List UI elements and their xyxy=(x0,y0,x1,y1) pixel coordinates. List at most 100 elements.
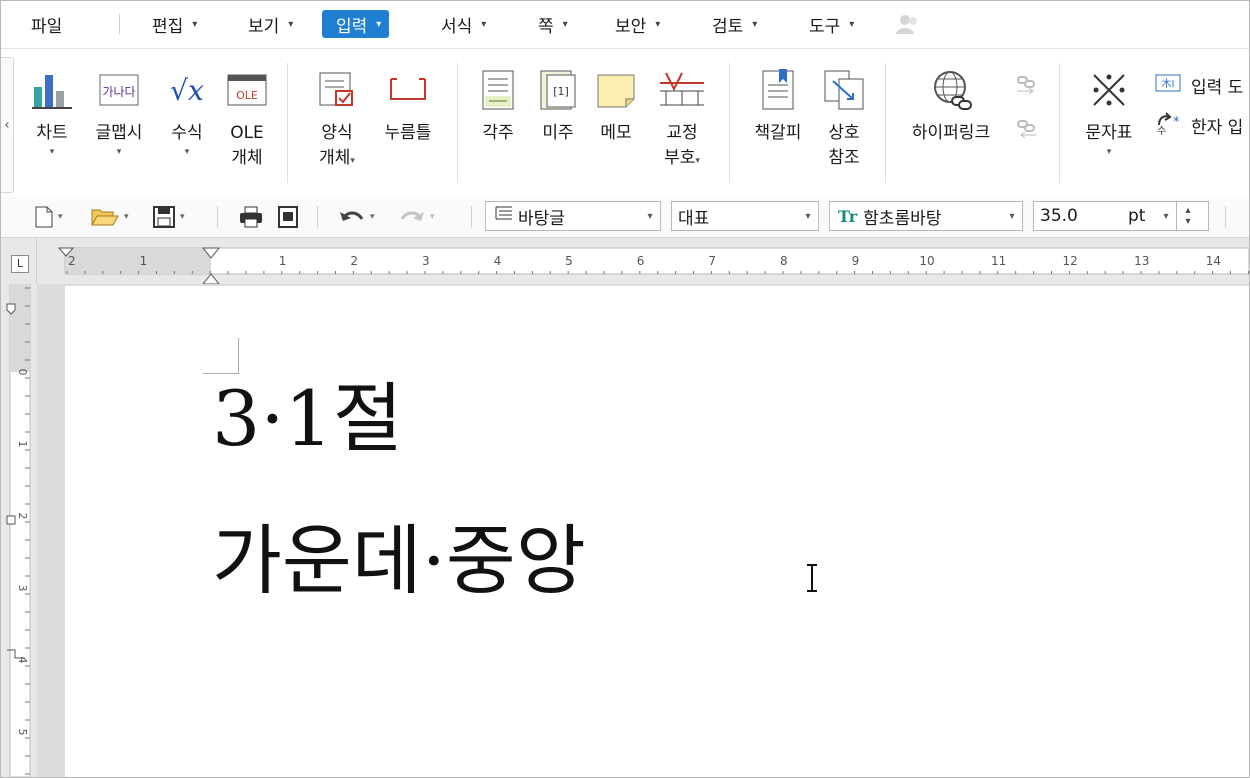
chevron-down-icon: ▾ xyxy=(1009,210,1015,222)
cross-reference-label-1: 상호 xyxy=(828,123,860,143)
new-document-button[interactable]: ▾ xyxy=(35,205,63,229)
chevron-down-icon: ▾ xyxy=(752,18,758,30)
input-tool-icon-text: 木I xyxy=(1162,78,1175,90)
formula-icon: √x xyxy=(170,74,204,107)
footnote-icon xyxy=(482,70,514,110)
menu-review[interactable]: 검토 ▾ xyxy=(712,10,757,38)
chevron-down-icon: ▾ xyxy=(58,212,63,222)
font-size-spinner[interactable]: ▴ ▾ xyxy=(1176,202,1199,230)
undo-button[interactable]: ▾ xyxy=(339,205,375,229)
print-preview-icon xyxy=(278,206,298,228)
horizontal-ruler[interactable]: 2 1 1 2 3 4 5 6 7 8 9 10 11 12 13 14 xyxy=(37,238,1249,285)
footnote-label: 각주 xyxy=(482,123,514,143)
formula-button[interactable]: √x 수식 ▾ xyxy=(163,69,211,158)
font-size-unit: pt xyxy=(1128,206,1146,226)
link-next-icon[interactable] xyxy=(1015,73,1039,99)
text-cursor-icon xyxy=(807,564,817,592)
preview-button[interactable] xyxy=(277,205,299,229)
ribbon-scroll-left-button[interactable]: ‹ xyxy=(1,57,14,193)
menu-format[interactable]: 서식 ▾ xyxy=(441,10,486,38)
menu-view[interactable]: 보기 ▾ xyxy=(248,10,293,38)
memo-label: 메모 xyxy=(600,123,632,143)
hyperlink-button[interactable]: 하이퍼링크 xyxy=(903,69,999,146)
wordart-icon: 가나다 xyxy=(99,74,139,106)
ole-object-button[interactable]: OLE OLE 개체 xyxy=(225,69,269,171)
menu-review-label: 검토 xyxy=(712,16,744,37)
click-field-label: 누름틀 xyxy=(384,123,432,143)
ole-icon: OLE xyxy=(227,74,267,106)
wordart-button[interactable]: 가나다 글맵시 ▾ xyxy=(91,69,147,158)
svg-text:*: * xyxy=(1173,115,1180,130)
input-tool-button[interactable]: 木I 입력 도 xyxy=(1155,73,1243,98)
bar-chart-icon xyxy=(32,75,72,109)
chevron-down-icon: ▾ xyxy=(288,18,294,30)
ole-icon-text: OLE xyxy=(236,89,258,102)
chevron-down-icon: ▾ xyxy=(192,18,198,30)
form-object-button[interactable]: 양식 개체▾ xyxy=(311,69,363,171)
chevron-down-icon: ▾ xyxy=(849,18,855,30)
menu-security[interactable]: 보안 ▾ xyxy=(615,10,660,38)
cross-reference-button[interactable]: 상호 참조 xyxy=(823,69,865,171)
ruler-margin-area xyxy=(10,284,30,372)
redo-button[interactable]: ▾ xyxy=(399,205,435,229)
character-map-button[interactable]: 문자표 ▾ xyxy=(1079,69,1139,158)
menu-edit-label: 편집 xyxy=(152,16,184,37)
ruler-corner[interactable]: L xyxy=(1,238,37,284)
chevron-down-icon: ▾ xyxy=(695,156,700,166)
formula-icon-text: √x xyxy=(170,74,204,107)
proofreading-button[interactable]: 교정 부호▾ xyxy=(657,69,707,171)
menu-edit[interactable]: 편집 ▾ xyxy=(152,10,197,38)
form-icon xyxy=(319,72,353,106)
menu-page[interactable]: 쪽 ▾ xyxy=(538,10,568,38)
save-button[interactable]: ▾ xyxy=(153,205,185,229)
ruler-label: 4 xyxy=(494,254,502,268)
font-size-field[interactable]: 35.0 pt ▾ ▴ ▾ xyxy=(1033,201,1209,231)
chevron-down-icon: ▾ xyxy=(350,156,355,166)
chart-label: 차트 xyxy=(36,123,68,143)
tab-type-button[interactable]: L xyxy=(11,255,29,273)
spin-up-icon[interactable]: ▴ xyxy=(1185,205,1190,216)
vertical-ruler[interactable]: 012345 xyxy=(1,283,37,777)
formula-label: 수식 xyxy=(171,123,203,143)
print-button[interactable] xyxy=(239,205,263,229)
left-indent-marker xyxy=(201,273,221,285)
input-tool-label: 입력 도 xyxy=(1191,78,1244,98)
bookmark-button[interactable]: 책갈피 xyxy=(749,69,807,146)
menu-tools[interactable]: 도구 ▾ xyxy=(809,10,854,38)
open-document-button[interactable]: ▾ xyxy=(91,205,129,229)
ribbon-separator xyxy=(457,63,458,183)
hanja-input-label: 한자 입 xyxy=(1191,118,1244,138)
style-select-value: 바탕글 xyxy=(518,208,565,229)
style-select[interactable]: 바탕글 ▾ xyxy=(485,201,661,231)
document-page[interactable]: 3·1절 가운데·중앙 xyxy=(65,286,1249,777)
memo-button[interactable]: 메모 xyxy=(595,69,637,146)
chart-button[interactable]: 차트 ▾ xyxy=(31,69,73,158)
font-select[interactable]: Tr 함초롬바탕 ▾ xyxy=(829,201,1023,231)
link-prev-icon[interactable] xyxy=(1015,117,1039,143)
document-workspace: 3·1절 가운데·중앙 xyxy=(37,284,1249,777)
ruler-label: 10 xyxy=(919,254,934,268)
spin-down-icon[interactable]: ▾ xyxy=(1185,216,1190,227)
hanja-input-button[interactable]: * 수 한자 입 xyxy=(1155,111,1243,140)
document-text-line-1[interactable]: 3·1절 xyxy=(212,374,403,464)
svg-text:수: 수 xyxy=(1157,125,1166,135)
footnote-button[interactable]: 각주 xyxy=(477,69,519,146)
ruler-label: 2 xyxy=(68,254,76,268)
toolbar-separator xyxy=(471,206,472,228)
click-field-button[interactable]: 누름틀 xyxy=(379,69,437,146)
menu-file-label: 파일 xyxy=(31,16,63,37)
endnote-button[interactable]: [1] 미주 xyxy=(537,69,579,146)
cross-reference-icon xyxy=(824,70,864,110)
paragraph-marker xyxy=(6,515,16,525)
document-text-line-2[interactable]: 가운데·중앙 xyxy=(212,516,586,606)
menu-page-label: 쪽 xyxy=(538,16,554,37)
chevron-down-icon: ▾ xyxy=(481,18,487,30)
menu-insert[interactable]: 입력 ▾ xyxy=(322,10,390,38)
menu-file[interactable]: 파일 xyxy=(31,10,62,38)
language-select[interactable]: 대표 ▾ xyxy=(671,201,819,231)
chevron-down-icon: ▾ xyxy=(376,18,382,30)
ole-label-2: 개체 xyxy=(231,148,263,168)
user-icon[interactable] xyxy=(895,13,921,39)
ruler-label: 1 xyxy=(140,254,148,268)
ruler-label: 7 xyxy=(708,254,716,268)
